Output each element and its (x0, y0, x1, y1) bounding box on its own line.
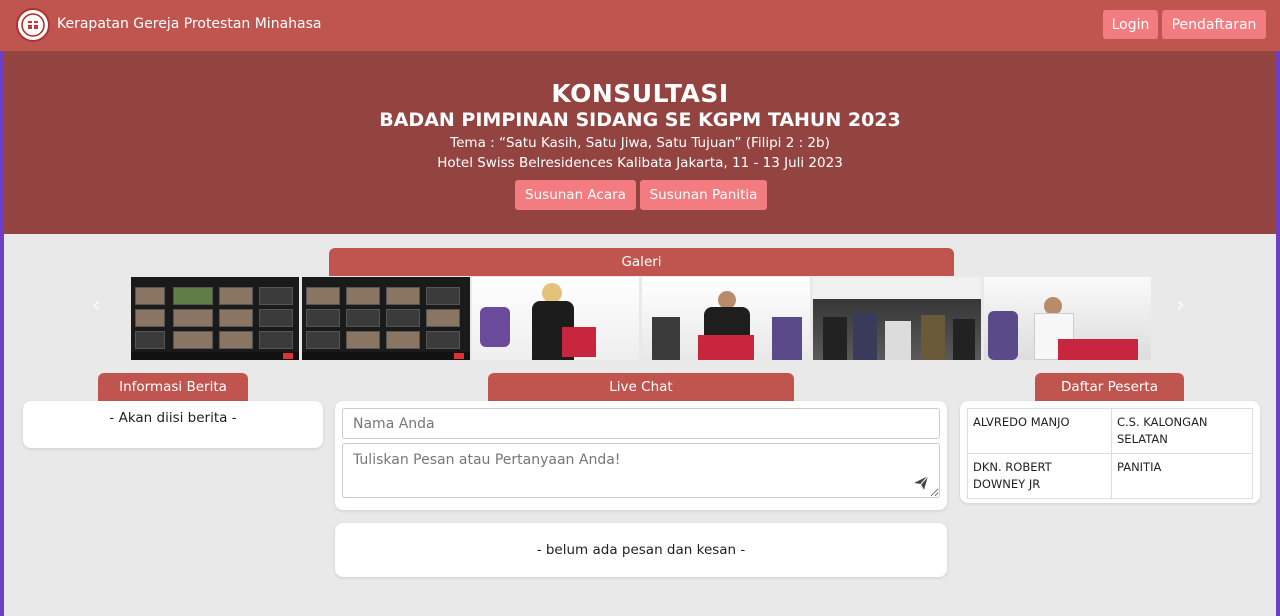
galeri-header: Galeri (329, 248, 954, 276)
gallery-photo-4[interactable] (642, 277, 810, 360)
chat-form-card (335, 401, 947, 510)
table-row: ALVREDO MANJO C.S. KALONGAN SELATAN (967, 408, 1253, 454)
message-textarea[interactable] (342, 443, 940, 498)
peserta-name: DKN. ROBERT DOWNEY JR (967, 453, 1112, 499)
peserta-group: C.S. KALONGAN SELATAN (1111, 408, 1253, 454)
login-button[interactable]: Login (1103, 10, 1158, 39)
table-row: DKN. ROBERT DOWNEY JR PANITIA (967, 453, 1253, 499)
gallery-photo-6[interactable] (984, 277, 1151, 360)
gallery-photo-2[interactable] (302, 277, 470, 360)
berita-card: - Akan diisi berita - (23, 401, 323, 448)
send-icon[interactable] (913, 475, 929, 491)
register-button[interactable]: Pendaftaran (1162, 10, 1266, 39)
page: Kerapatan Gereja Protestan Minahasa Logi… (0, 0, 1280, 616)
brand-title[interactable]: Kerapatan Gereja Protestan Minahasa (57, 16, 321, 32)
gallery-photo-5[interactable] (813, 277, 981, 360)
gallery-next-icon[interactable]: › (1176, 293, 1185, 318)
berita-header: Informasi Berita (98, 373, 248, 401)
navbar: Kerapatan Gereja Protestan Minahasa Logi… (0, 0, 1280, 51)
kgpm-logo[interactable] (16, 8, 50, 42)
peserta-group: PANITIA (1111, 453, 1253, 499)
peserta-card: ALVREDO MANJO C.S. KALONGAN SELATAN DKN.… (960, 401, 1260, 503)
name-input[interactable] (342, 408, 940, 439)
hero-title: KONSULTASI (551, 79, 729, 108)
susunan-panitia-button[interactable]: Susunan Panitia (640, 180, 767, 210)
hero-theme: Tema : “Satu Kasih, Satu Jiwa, Satu Tuju… (450, 135, 830, 151)
hero-subtitle: BADAN PIMPINAN SIDANG SE KGPM TAHUN 2023 (379, 109, 901, 131)
gallery-prev-icon[interactable]: ‹ (92, 293, 101, 318)
hero-location: Hotel Swiss Belresidences Kalibata Jakar… (437, 155, 843, 171)
gallery-photo-1[interactable] (131, 277, 299, 360)
peserta-table: ALVREDO MANJO C.S. KALONGAN SELATAN DKN.… (967, 408, 1253, 499)
chat-messages-card: - belum ada pesan dan kesan - (335, 523, 947, 577)
hero-banner: KONSULTASI BADAN PIMPINAN SIDANG SE KGPM… (4, 51, 1276, 234)
susunan-acara-button[interactable]: Susunan Acara (515, 180, 636, 210)
chat-empty-text: - belum ada pesan dan kesan - (536, 542, 746, 558)
gallery-photo-3[interactable] (472, 277, 639, 360)
peserta-name: ALVREDO MANJO (967, 408, 1112, 454)
chat-header: Live Chat (488, 373, 794, 401)
peserta-header: Daftar Peserta (1035, 373, 1184, 401)
berita-empty-text: - Akan diisi berita - (109, 410, 237, 426)
